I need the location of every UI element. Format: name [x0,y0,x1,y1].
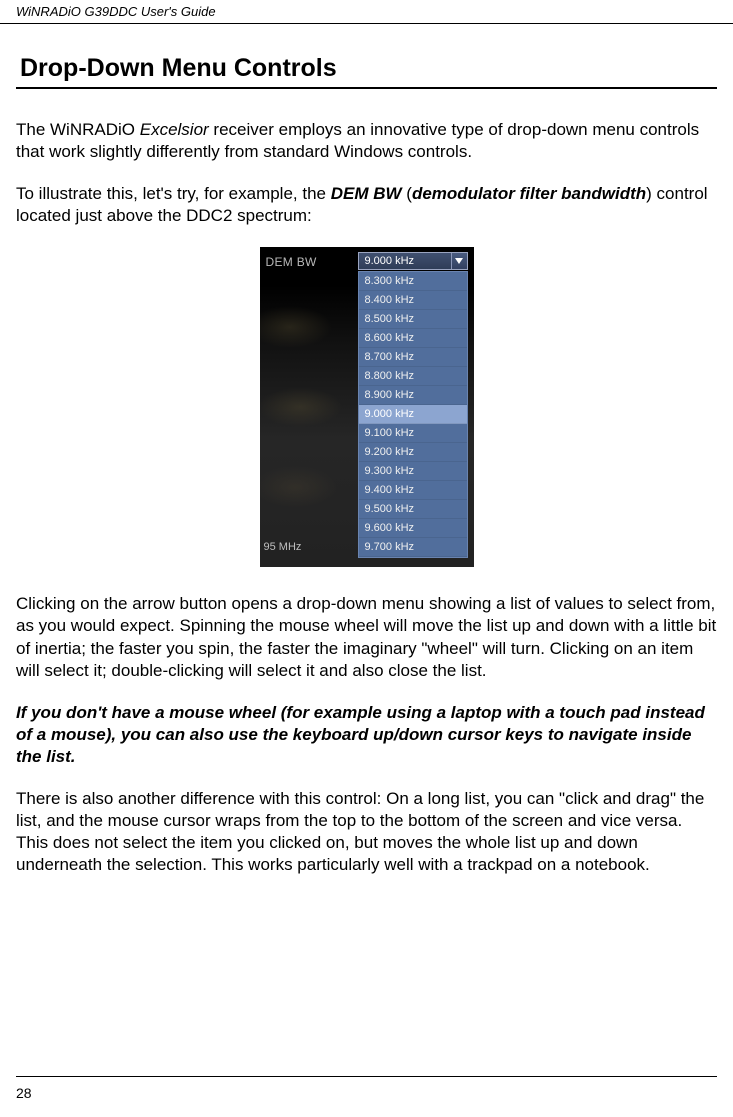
example-screenshot: DEM BW 9.000 kHz 8.300 kHz8.400 kHz8.500… [16,247,717,567]
screenshot-frame: DEM BW 9.000 kHz 8.300 kHz8.400 kHz8.500… [260,247,474,567]
dropdown-option[interactable]: 8.300 kHz [359,272,467,291]
dropdown-option[interactable]: 8.400 kHz [359,291,467,310]
paragraph-2: To illustrate this, let's try, for examp… [16,183,717,227]
paragraph-4-note: If you don't have a mouse wheel (for exa… [16,702,717,768]
page-content: Drop-Down Menu Controls The WiNRADiO Exc… [0,24,733,876]
frequency-caption: 95 MHz [264,541,302,553]
section-divider [16,87,717,89]
dropdown-option[interactable]: 9.400 kHz [359,481,467,500]
dropdown-option[interactable]: 9.300 kHz [359,462,467,481]
dem-bw-label: DEM BW [266,255,317,269]
chevron-down-icon[interactable] [451,253,467,269]
dropdown-option[interactable]: 9.600 kHz [359,519,467,538]
dropdown-option[interactable]: 9.200 kHz [359,443,467,462]
dem-bw-combobox[interactable]: 9.000 kHz [358,252,468,270]
waterfall-bg [260,287,358,547]
paragraph-1: The WiNRADiO Excelsior receiver employs … [16,119,717,163]
dropdown-option[interactable]: 9.000 kHz [359,405,467,424]
dropdown-option[interactable]: 8.700 kHz [359,348,467,367]
combobox-value: 9.000 kHz [359,255,451,267]
text: The WiNRADiO [16,120,140,139]
italic-text: Excelsior [140,120,209,139]
dropdown-option[interactable]: 9.500 kHz [359,500,467,519]
dropdown-option[interactable]: 9.700 kHz [359,538,467,557]
text: ( [402,184,412,203]
bold-italic-text: DEM BW [331,184,402,203]
text: To illustrate this, let's try, for examp… [16,184,331,203]
dropdown-option[interactable]: 8.600 kHz [359,329,467,348]
page-number: 28 [16,1085,32,1101]
bold-italic-text: demodulator filter bandwidth [412,184,646,203]
dropdown-option[interactable]: 8.800 kHz [359,367,467,386]
document-header: WiNRADiO G39DDC User's Guide [0,0,733,24]
section-heading: Drop-Down Menu Controls [16,54,717,83]
paragraph-3: Clicking on the arrow button opens a dro… [16,593,717,681]
footer-divider [16,1076,717,1077]
dropdown-option[interactable]: 9.100 kHz [359,424,467,443]
paragraph-5: There is also another difference with th… [16,788,717,876]
dropdown-list[interactable]: 8.300 kHz8.400 kHz8.500 kHz8.600 kHz8.70… [358,271,468,558]
dropdown-option[interactable]: 8.900 kHz [359,386,467,405]
dropdown-option[interactable]: 8.500 kHz [359,310,467,329]
